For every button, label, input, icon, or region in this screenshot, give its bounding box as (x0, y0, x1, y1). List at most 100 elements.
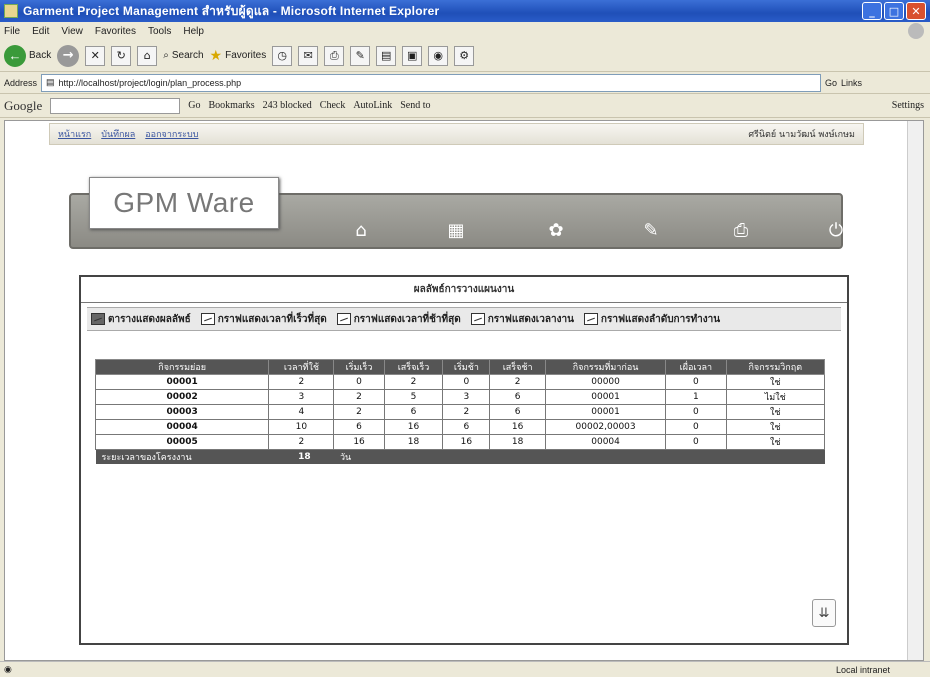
minimize-button[interactable]: _ (862, 2, 882, 20)
menu-view[interactable]: View (61, 26, 83, 37)
stop-button[interactable]: ✕ (85, 45, 106, 66)
table-cell: 00004 (544, 434, 667, 450)
home-icon[interactable]: ⌂ (349, 218, 373, 242)
power-icon[interactable]: ⏻ (824, 218, 848, 242)
scroll-down-button[interactable]: ⇊ (812, 599, 836, 627)
total-label: ระยะเวลาของโครงงาน (95, 449, 269, 464)
graph-icon (470, 313, 485, 325)
table-cell: 0 (665, 419, 727, 435)
tools-button[interactable]: ⚙ (454, 45, 475, 66)
google-go-button[interactable]: Go (188, 100, 200, 111)
report-sequence-link[interactable]: กราฟแสดงลำดับการทำงาน (583, 312, 720, 327)
forward-button[interactable]: → (57, 44, 80, 67)
autolink-button[interactable]: AutoLink (353, 100, 392, 111)
column-header: เริ่มเร็ว (333, 359, 385, 375)
nav-link-record[interactable]: บันทึกผล (101, 127, 135, 141)
column-header: เผื่อเวลา (665, 359, 727, 375)
refresh-button[interactable]: ↻ (111, 45, 132, 66)
status-bar: ◉ Local intranet (0, 661, 930, 677)
table-cell: 16 (383, 419, 444, 435)
nav-link-logout[interactable]: ออกจากระบบ (145, 127, 198, 141)
menu-edit[interactable]: Edit (32, 26, 49, 37)
links-label[interactable]: Links (841, 78, 862, 88)
report-latest-link[interactable]: กราฟแสดงเวลาที่ช้าที่สุด (336, 312, 461, 327)
table-cell: 00001 (94, 374, 270, 390)
edit-button[interactable]: ✎ (350, 45, 371, 66)
close-button[interactable]: ✕ (906, 2, 926, 20)
table-cell: 3 (268, 389, 335, 405)
report-worktime-link[interactable]: กราฟแสดงเวลางาน (470, 312, 574, 327)
table-cell: 2 (489, 374, 546, 390)
messenger-button[interactable]: ◉ (428, 45, 449, 66)
report-table-link[interactable]: ตารางแสดงผลลัพธ์ (91, 312, 191, 327)
search-icon: ⌕ (163, 50, 169, 61)
table-cell: 6 (489, 404, 546, 420)
search-button[interactable]: ⌕ Search (163, 50, 203, 61)
research-button[interactable]: ▣ (402, 45, 423, 66)
column-header: เวลาที่ใช้ (268, 359, 335, 375)
printer-icon[interactable]: ⎙ (729, 218, 753, 242)
table-cell: 00002 (94, 389, 270, 405)
google-settings-button[interactable]: Settings (892, 100, 924, 111)
plan-result-table: กิจกรรมย่อย เวลาที่ใช้ เริ่มเร็ว เสร็จเร… (94, 359, 826, 464)
vertical-scrollbar[interactable] (907, 121, 923, 660)
top-navigation: หน้าแรก บันทึกผล ออกจากระบบ ศรีนิตย์ นาม… (49, 123, 864, 145)
table-cell: 00003 (94, 404, 270, 420)
print-button[interactable]: ⎙ (324, 45, 345, 66)
menu-favorites[interactable]: Favorites (95, 26, 136, 37)
column-header: เสร็จเร็ว (383, 359, 444, 375)
graph-icon (200, 313, 215, 325)
discuss-button[interactable]: ▤ (376, 45, 397, 66)
nav-link-home[interactable]: หน้าแรก (58, 127, 91, 141)
title-bar: Garment Project Management สำหรับผู้ดูแล… (0, 0, 930, 22)
address-input[interactable]: ▤ http://localhost/project/login/plan_pr… (41, 73, 822, 92)
window-controls: _ □ ✕ (862, 2, 926, 20)
table-cell: 2 (333, 389, 385, 405)
table-cell: 00005 (94, 434, 270, 450)
table-cell: 2 (268, 374, 335, 390)
table-cell: 0 (665, 374, 727, 390)
table-cell: 0 (665, 404, 727, 420)
back-button[interactable]: ← Back (4, 44, 51, 67)
column-header: เสร็จช้า (489, 359, 546, 375)
table-cell: 16 (333, 434, 385, 450)
star-icon: ★ (209, 47, 223, 63)
column-header: เริ่มช้า (442, 359, 491, 375)
table-cell: 2 (383, 374, 444, 390)
table-cell: 00001 (544, 389, 667, 405)
maximize-button[interactable]: □ (884, 2, 904, 20)
report-links-bar: ตารางแสดงผลลัพธ์ กราฟแสดงเวลาที่เร็วที่ส… (87, 307, 841, 331)
table-cell: 0 (442, 374, 491, 390)
browser-window: Garment Project Management สำหรับผู้ดูแล… (0, 0, 930, 677)
send-to-button[interactable]: Send to (400, 100, 430, 111)
menu-file[interactable]: File (4, 26, 20, 37)
security-zone: Local intranet (835, 664, 890, 675)
report-earliest-link[interactable]: กราฟแสดงเวลาที่เร็วที่สุด (200, 312, 327, 327)
favorites-button[interactable]: ★ Favorites (210, 47, 267, 64)
spell-check-button[interactable]: Check (320, 100, 346, 111)
result-panel: ผลลัพธ์การวางแผนงาน ตารางแสดงผลลัพธ์ กรา… (79, 275, 849, 645)
standard-toolbar: ← Back → ✕ ↻ ⌂ ⌕ Search ★ Favorites ◷ ✉ … (0, 40, 930, 72)
menu-tools[interactable]: Tools (148, 26, 171, 37)
page-icon: ▤ (46, 77, 55, 87)
table-cell: 0 (665, 434, 727, 450)
address-label: Address (4, 77, 38, 88)
total-value: 18 (268, 449, 334, 464)
table-cell: 18 (383, 434, 444, 450)
gear-icon[interactable]: ✿ (544, 218, 568, 242)
table-row: 00003 4 2 6 2 6 00001 0 ใช่ (94, 404, 826, 420)
pen-icon[interactable]: ✎ (639, 218, 663, 242)
menu-help[interactable]: Help (183, 26, 204, 37)
table-cell: 00004 (94, 419, 270, 435)
popup-blocked-counter[interactable]: 243 blocked (263, 100, 312, 111)
calendar-icon[interactable]: ▦ (444, 218, 468, 242)
home-button[interactable]: ⌂ (137, 45, 158, 66)
google-logo: Google (4, 97, 43, 113)
page-status-icon: ◉ (4, 664, 12, 674)
history-button[interactable]: ◷ (272, 45, 293, 66)
mail-button[interactable]: ✉ (298, 45, 319, 66)
go-button[interactable]: Go (825, 78, 837, 88)
table-cell: 6 (333, 419, 385, 435)
bookmarks-button[interactable]: Bookmarks (209, 100, 255, 111)
google-search-input[interactable] (50, 97, 181, 114)
